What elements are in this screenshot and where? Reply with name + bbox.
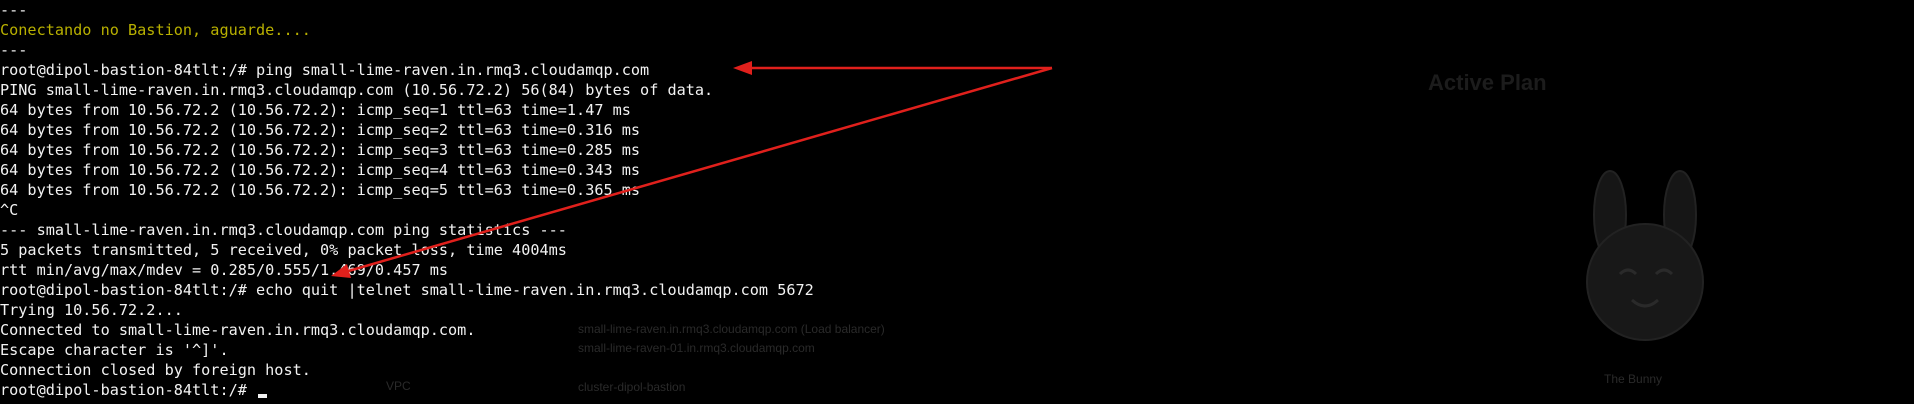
terminal-line: rtt min/avg/max/mdev = 0.285/0.555/1.469…: [0, 261, 449, 279]
terminal-prompt-line[interactable]: root@dipol-bastion-84tlt:/#: [0, 380, 1914, 400]
terminal-line: ^C: [0, 201, 19, 219]
terminal-line: ---: [0, 1, 28, 19]
terminal-line: --- small-lime-raven.in.rmq3.cloudamqp.c…: [0, 221, 567, 239]
terminal-line: Escape character is '^]'.: [0, 341, 229, 359]
terminal-line: Connected to small-lime-raven.in.rmq3.cl…: [0, 321, 476, 339]
screenshot-stage: Active Plan small-lime-raven.in.rmq3.clo…: [0, 0, 1914, 404]
terminal-line-connecting-message: Conectando no Bastion, aguarde....: [0, 21, 311, 39]
terminal-line-ping-command: root@dipol-bastion-84tlt:/# ping small-l…: [0, 61, 650, 79]
terminal-line: Connection closed by foreign host.: [0, 361, 311, 379]
terminal-line: 64 bytes from 10.56.72.2 (10.56.72.2): i…: [0, 161, 641, 179]
terminal-output[interactable]: --- Conectando no Bastion, aguarde.... -…: [0, 0, 1914, 404]
terminal-line: 64 bytes from 10.56.72.2 (10.56.72.2): i…: [0, 141, 641, 159]
shell-prompt: root@dipol-bastion-84tlt:/#: [0, 381, 257, 399]
terminal-line: 5 packets transmitted, 5 received, 0% pa…: [0, 241, 567, 259]
terminal-line: 64 bytes from 10.56.72.2 (10.56.72.2): i…: [0, 101, 631, 119]
terminal-line: Trying 10.56.72.2...: [0, 301, 183, 319]
terminal-line: 64 bytes from 10.56.72.2 (10.56.72.2): i…: [0, 181, 641, 199]
text-cursor: [258, 394, 268, 398]
terminal-line: 64 bytes from 10.56.72.2 (10.56.72.2): i…: [0, 121, 641, 139]
terminal-line-telnet-command: root@dipol-bastion-84tlt:/# echo quit |t…: [0, 281, 814, 299]
terminal-line: ---: [0, 41, 28, 59]
terminal-line: PING small-lime-raven.in.rmq3.cloudamqp.…: [0, 81, 714, 99]
